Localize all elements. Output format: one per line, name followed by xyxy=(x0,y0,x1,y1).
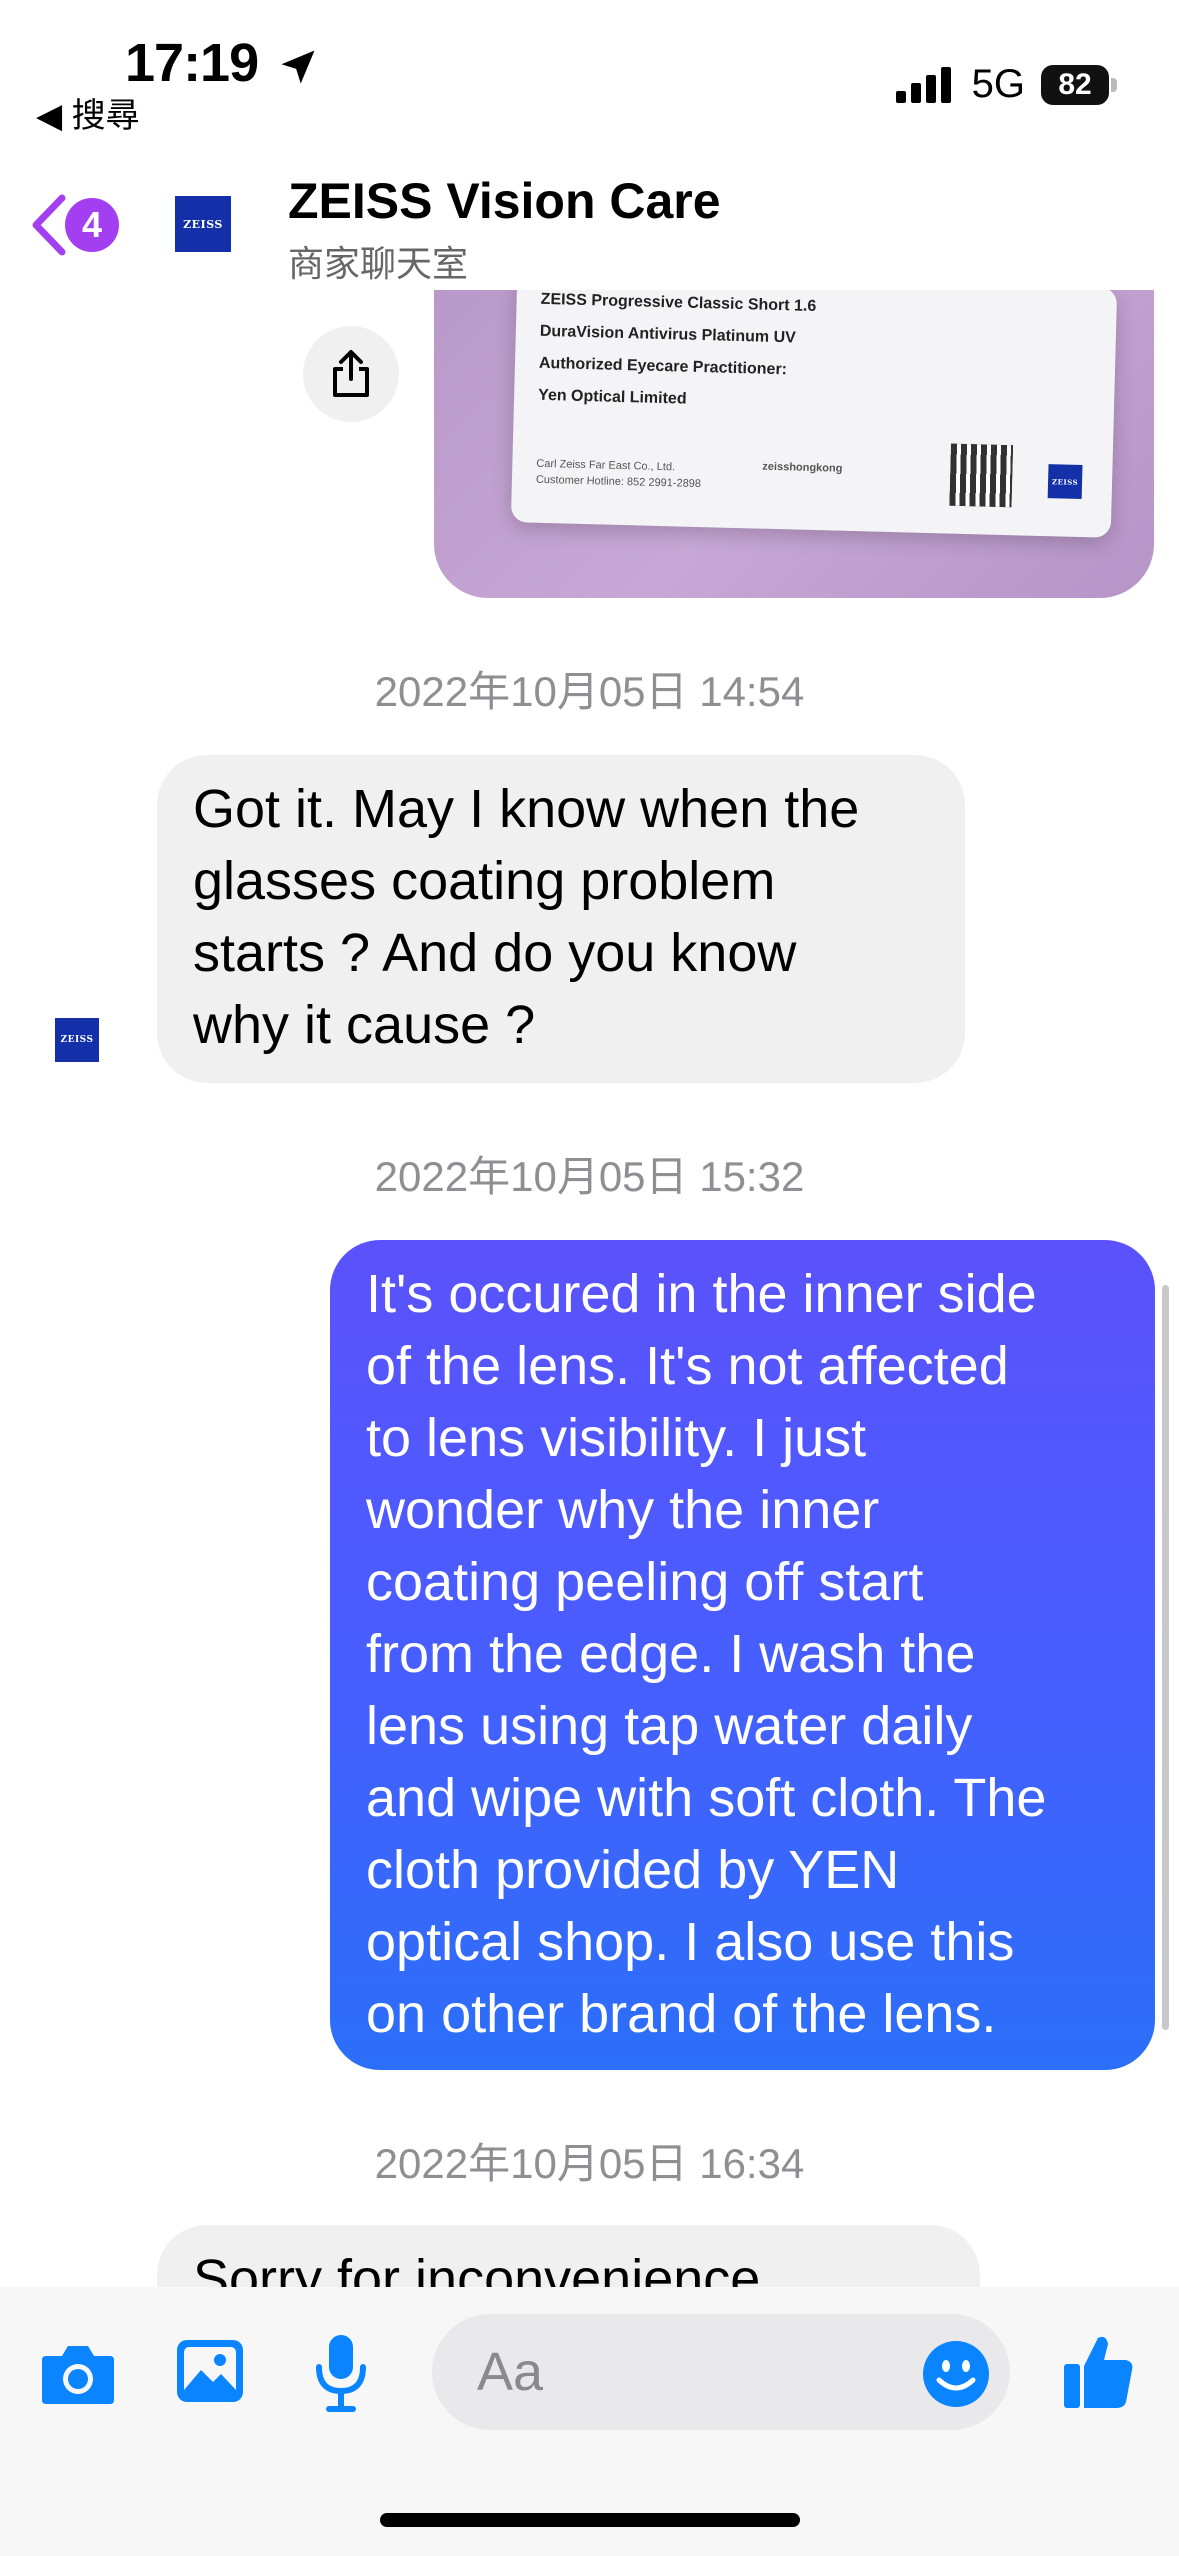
scrollbar[interactable] xyxy=(1162,1285,1169,2030)
camera-icon[interactable] xyxy=(40,2340,116,2406)
timestamp: 2022年10月05日 14:54 xyxy=(374,668,805,715)
sender-avatar[interactable]: ZEISS xyxy=(55,1018,99,1062)
card-hotline: Customer Hotline: 852 2991-2898 xyxy=(535,473,702,491)
chat-subtitle: 商家聊天室 xyxy=(288,243,469,284)
incoming-message[interactable]: Got it. May I know when the glasses coat… xyxy=(157,755,965,1083)
message-line: why it cause ? xyxy=(193,995,536,1055)
status-time: 17:19 xyxy=(125,32,320,94)
signal-icon xyxy=(895,66,951,103)
card-line: Authorized Eyecare Practitioner: xyxy=(538,354,788,379)
card-zeiss-logo: ZEISS xyxy=(1047,464,1083,500)
chat-title[interactable]: ZEISS Vision Care xyxy=(288,172,721,230)
card-line: DuraVision Antivirus Platinum UV xyxy=(539,322,797,347)
share-icon xyxy=(333,350,369,397)
thumbs-up-icon[interactable] xyxy=(1062,2332,1136,2410)
card-line: ZEISS Progressive Classic Short 1.6 xyxy=(540,290,817,316)
message-line: glasses coating problem xyxy=(193,851,776,911)
qr-code xyxy=(949,443,1014,508)
message-line: of the lens. It's not affected xyxy=(366,1336,1009,1396)
message-line: It's occured in the inner side xyxy=(366,1264,1037,1324)
timestamp: 2022年10月05日 15:32 xyxy=(374,1153,805,1200)
message-line: on other brand of the lens. xyxy=(366,1984,997,2044)
outgoing-message[interactable]: It's occured in the inner side of the le… xyxy=(330,1240,1155,2070)
battery-icon: 82 xyxy=(1041,64,1117,105)
share-button[interactable] xyxy=(303,326,399,422)
back-to-app-link[interactable]: ◀ 搜尋 xyxy=(36,88,140,137)
message-input-placeholder: Aa xyxy=(477,2342,544,2402)
message-line: and wipe with soft cloth. The xyxy=(366,1768,1047,1828)
timestamp: 2022年10月05日 16:34 xyxy=(374,2140,805,2187)
microphone-icon[interactable] xyxy=(315,2333,367,2413)
emoji-icon[interactable] xyxy=(922,2340,990,2408)
status-indicators: 5G 82 xyxy=(895,62,1117,107)
battery-level: 82 xyxy=(1058,67,1092,101)
home-indicator[interactable] xyxy=(380,2513,800,2527)
card-company: Carl Zeiss Far East Co., Ltd. xyxy=(536,457,676,474)
location-arrow-icon xyxy=(281,50,315,84)
message-line: to lens visibility. I just xyxy=(366,1408,867,1468)
message-line: optical shop. I also use this xyxy=(366,1912,1015,1972)
message-line: starts ? And do you know xyxy=(193,923,797,983)
card-social: zeisshongkong xyxy=(762,460,843,475)
message-line: coating peeling off start xyxy=(366,1552,924,1612)
photo-icon[interactable] xyxy=(175,2338,245,2404)
warranty-card: ZEISS Progressive Classic Short 1.6 Dura… xyxy=(510,290,1118,538)
message-line: Got it. May I know when the xyxy=(193,779,860,839)
message-line: wonder why the inner xyxy=(366,1480,880,1540)
message-line: cloth provided by YEN xyxy=(366,1840,900,1900)
network-type: 5G xyxy=(971,62,1025,106)
message-line: lens using tap water daily xyxy=(366,1696,973,1756)
unread-badge[interactable]: 4 xyxy=(65,198,119,252)
zeiss-avatar[interactable]: ZEISS xyxy=(175,196,231,252)
shared-photo[interactable]: ZEISS Progressive Classic Short 1.6 Dura… xyxy=(434,290,1154,598)
message-line: from the edge. I wash the xyxy=(366,1624,976,1684)
card-line: Yen Optical Limited xyxy=(537,386,687,408)
